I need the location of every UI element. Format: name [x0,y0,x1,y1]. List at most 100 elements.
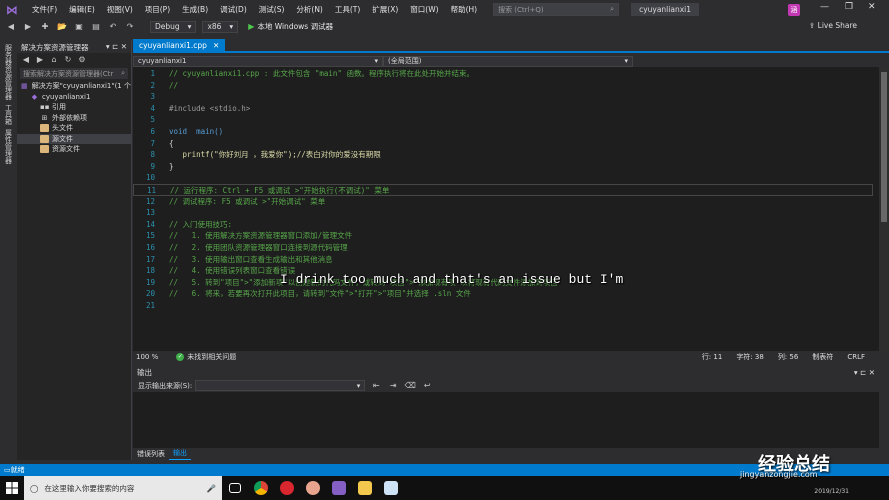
menu-item[interactable]: 编辑(E) [63,4,101,15]
menu-item[interactable]: 窗口(W) [404,4,444,15]
pin-icon[interactable]: ▾ ⊏ ✕ [106,42,127,51]
code-line[interactable]: 13 [133,207,873,219]
notepad-icon[interactable] [378,476,404,500]
prev-icon[interactable]: ⇥ [387,380,399,392]
code-line[interactable]: 1 // cyuyanlianxi1.cpp : 此文件包含 "main" 函数。… [133,68,873,80]
microphone-icon[interactable]: 🎤 [207,484,216,493]
minimize-icon[interactable]: — [820,2,829,12]
output-content[interactable] [133,392,879,448]
code-line[interactable]: 15 // 1. 使用解决方案资源管理器窗口添加/管理文件 [133,230,873,242]
windows-start-icon[interactable] [0,476,24,500]
maximize-icon[interactable]: ❐ [845,2,853,12]
solution-search-input[interactable]: 搜索解决方案资源管理器(Ctr ⌕ [20,68,128,79]
tree-item[interactable]: ▪▪ 引用 [17,102,131,113]
menu-item[interactable]: 视图(V) [101,4,139,15]
close-icon[interactable]: ✕ [213,41,219,50]
close-icon[interactable]: ✕ [868,2,876,12]
menu-item[interactable]: 调试(D) [214,4,253,15]
save-icon[interactable]: ▣ [73,21,85,33]
visual-studio-icon[interactable] [326,476,352,500]
user-avatar[interactable]: 涵 [788,4,800,16]
task-view-icon[interactable] [222,476,248,500]
visual-studio-logo-icon[interactable]: ⋈ [6,3,20,17]
project-scope-select[interactable]: cyuyanlianxi1 ▾ [133,55,383,67]
menu-item[interactable]: 测试(S) [253,4,291,15]
tree-item[interactable]: 头文件 [17,123,131,134]
code-editor[interactable]: 1 // cyuyanlianxi1.cpp : 此文件包含 "main" 函数。… [133,67,879,351]
menu-item[interactable]: 工具(T) [329,4,366,15]
property-manager-tab[interactable]: 属性管理器 [4,129,14,164]
code-line[interactable]: 12 // 调试程序: F5 或调试 >"开始调试" 菜单 [133,196,873,208]
tab-error-list[interactable]: 错误列表 [133,448,169,460]
code-line[interactable]: 21 [133,300,873,312]
toolbar: ◀ ▶ ✚ 📂 ▣ ▤ ↶ ↷ Debug ▾ x86 ▾ ▶ 本地 Windows… [0,19,889,34]
clear-all-icon[interactable]: ⌫ [404,380,416,392]
forward-icon[interactable]: ▶ [34,54,46,66]
issues-status[interactable]: 未找到相关问题 [187,352,236,362]
tree-item[interactable]: 资源文件 [17,144,131,155]
find-icon[interactable]: ⇤ [370,380,382,392]
code-line[interactable]: 6 void main() [133,126,873,138]
code-line[interactable]: 20 // 6. 将来，若要再次打开此项目，请转到"文件">"打开">"项目"并选… [133,288,873,300]
open-icon[interactable]: 📂 [56,21,68,33]
home-icon[interactable]: ⌂ [48,54,60,66]
tree-item[interactable]: ▦ 解决方案"cyuyanlianxi1"(1 个 [17,81,131,92]
live-share-button[interactable]: ⇪ Live Share [809,21,857,30]
code-line[interactable]: 5 [133,114,873,126]
menu-item[interactable]: 帮助(H) [445,4,484,15]
scrollbar-thumb[interactable] [881,72,887,222]
zoom-level[interactable]: 100 % [136,353,158,361]
server-explorer-tab[interactable]: 服务器资源管理器 [4,44,14,100]
word-wrap-icon[interactable]: ↩ [421,380,433,392]
file-explorer-icon[interactable] [352,476,378,500]
save-all-icon[interactable]: ▤ [90,21,102,33]
code-line[interactable]: 3 [133,91,873,103]
back-icon[interactable]: ◀ [20,54,32,66]
tab-output[interactable]: 输出 [169,447,191,460]
menu-item[interactable]: 项目(P) [139,4,176,15]
code-line[interactable]: 11// 运行程序: Ctrl + F5 或调试 >"开始执行(不调试)" 菜单 [133,184,873,196]
refresh-icon[interactable]: ↻ [62,54,74,66]
code-line[interactable]: 10 [133,172,873,184]
menu-item[interactable]: 分析(N) [290,4,328,15]
code-line[interactable]: 7{ [133,138,873,150]
line-ending[interactable]: CRLF [847,353,865,361]
output-source-select[interactable]: ▾ [195,380,366,391]
tab-cyuyanlianxi1-cpp[interactable]: cyuyanlianxi1.cpp ✕ [133,39,226,52]
code-line[interactable]: 8 printf("你好刘月 ，我爱你");//表白对你的爱没有期限 [133,149,873,161]
taskbar-search-input[interactable]: ◯ 在这里输入你要搜索的内容 🎤 [24,476,222,500]
settings-icon[interactable]: ⚙ [76,54,88,66]
forward-icon[interactable]: ▶ [22,21,34,33]
code-line[interactable]: 2 // [133,80,873,92]
avatar-app-icon[interactable] [300,476,326,500]
play-icon[interactable]: ▶ [248,22,254,31]
chrome-icon[interactable] [248,476,274,500]
run-debugger-button[interactable]: 本地 Windows 调试器 [257,21,333,32]
netease-music-icon[interactable] [274,476,300,500]
code-line[interactable]: 17 // 3. 使用输出窗口查看生成输出和其他消息 [133,254,873,266]
menu-item[interactable]: 文件(F) [26,4,63,15]
tray-clock[interactable]: 2019/12/31 [814,488,849,495]
menu-item[interactable]: 扩展(X) [366,4,404,15]
tabs-mode[interactable]: 制表符 [812,352,833,362]
tree-item[interactable]: ◆ cyuyanlianxi1 [17,92,131,103]
toolbox-tab[interactable]: 工具箱 [4,104,14,125]
tree-item[interactable]: ⊞ 外部依赖项 [17,113,131,124]
code-line[interactable]: 14 // 入门使用技巧: [133,219,873,231]
undo-icon[interactable]: ↶ [107,21,119,33]
code-text: // 调试程序: F5 或调试 >"开始调试" 菜单 [169,196,326,206]
new-project-icon[interactable]: ✚ [39,21,51,33]
editor-scrollbar[interactable] [879,67,889,351]
menu-item[interactable]: 生成(B) [176,4,214,15]
redo-icon[interactable]: ↷ [124,21,136,33]
search-input[interactable]: 搜索 (Ctrl+Q) ⌕ [493,3,620,16]
platform-select[interactable]: x86 ▾ [202,20,239,33]
code-line[interactable]: 4 #include <stdio.h> [133,103,873,115]
back-icon[interactable]: ◀ [5,21,17,33]
config-select[interactable]: Debug ▾ [150,20,197,33]
code-line[interactable]: 9} [133,161,873,173]
global-scope-select[interactable]: (全局范围) ▾ [383,55,633,67]
tree-item[interactable]: 源文件 [17,133,131,144]
code-line[interactable]: 16 // 2. 使用团队资源管理器窗口连接到源代码管理 [133,242,873,254]
pin-icon[interactable]: ▾ ⊏ ✕ [854,368,875,377]
